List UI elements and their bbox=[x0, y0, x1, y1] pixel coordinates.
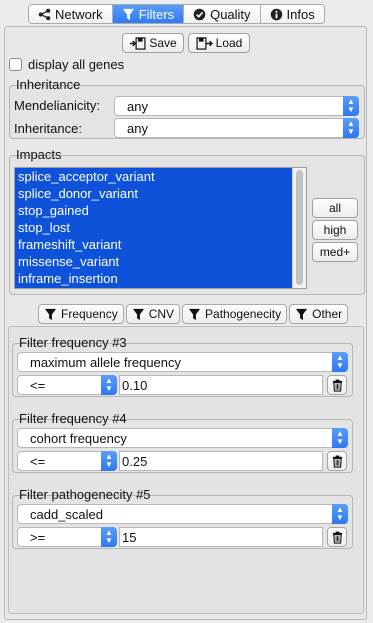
impacts-med-button[interactable]: med+ bbox=[312, 242, 358, 262]
filter-box: Filter frequency #4 cohort frequency ▲ ▼ … bbox=[12, 411, 353, 473]
mendelianicity-select[interactable]: any ▲ ▼ bbox=[114, 96, 359, 116]
add-frequency-filter-button[interactable]: Frequency bbox=[38, 304, 124, 324]
filter-operator-select[interactable]: >= ▲ ▼ bbox=[17, 527, 117, 547]
list-item[interactable]: inframe_insertion bbox=[15, 270, 306, 287]
filter-value-text: 0.10 bbox=[122, 377, 148, 393]
filter-type-tabs: Frequency CNV Pathogenecity Other bbox=[38, 304, 349, 324]
inheritance-label: Inheritance: bbox=[14, 121, 82, 136]
filter-value-input[interactable]: 15 bbox=[119, 527, 323, 547]
chevron-updown-icon: ▲ ▼ bbox=[101, 527, 117, 547]
filter-icon bbox=[132, 308, 144, 320]
load-label: Load bbox=[215, 36, 243, 50]
filter-title: Filter pathogenecity #5 bbox=[19, 487, 151, 502]
chevron-updown-icon: ▲ ▼ bbox=[332, 428, 348, 448]
other-tab-label: Other bbox=[312, 307, 343, 321]
trash-icon bbox=[332, 531, 342, 544]
check-circle-icon bbox=[193, 8, 206, 20]
filter-icon bbox=[44, 308, 57, 320]
chevron-updown-icon: ▲ ▼ bbox=[332, 352, 348, 372]
share-icon bbox=[38, 8, 51, 20]
chevron-updown-icon: ▲ ▼ bbox=[101, 451, 117, 471]
filter-operator-select[interactable]: <= ▲ ▼ bbox=[17, 375, 117, 395]
delete-filter-button[interactable] bbox=[327, 451, 347, 471]
inheritance-value: any bbox=[127, 120, 148, 136]
filter-field-select[interactable]: cohort frequency ▲ ▼ bbox=[17, 428, 348, 448]
filter-operator-value: <= bbox=[30, 377, 46, 393]
impacts-all-button[interactable]: all bbox=[312, 198, 358, 218]
chevron-updown-icon: ▲ ▼ bbox=[332, 504, 348, 524]
filter-box: Filter frequency #3 maximum allele frequ… bbox=[12, 335, 353, 397]
add-cnv-filter-button[interactable]: CNV bbox=[125, 304, 181, 324]
filter-field-value: maximum allele frequency bbox=[30, 354, 182, 370]
impacts-title: Impacts bbox=[16, 147, 62, 162]
trash-icon bbox=[332, 379, 342, 392]
inheritance-select[interactable]: any ▲ ▼ bbox=[114, 118, 359, 138]
list-item[interactable]: missense_variant bbox=[15, 253, 306, 270]
chevron-updown-icon: ▲ ▼ bbox=[343, 96, 359, 116]
display-all-genes-checkbox[interactable] bbox=[9, 58, 22, 71]
chevron-updown-icon: ▲ ▼ bbox=[343, 118, 359, 138]
top-tab-bar: Network Filters Quality Infos bbox=[28, 4, 325, 24]
add-pathogenecity-filter-button[interactable]: Pathogenecity bbox=[182, 304, 288, 324]
pathogenecity-tab-label: Pathogenecity bbox=[205, 307, 282, 321]
filter-value-text: 0.25 bbox=[122, 453, 148, 469]
save-icon bbox=[130, 36, 146, 50]
list-item[interactable]: frameshift_variant bbox=[15, 236, 306, 253]
filter-value-text: 15 bbox=[122, 529, 137, 545]
save-button[interactable]: Save bbox=[122, 33, 184, 53]
load-button[interactable]: Load bbox=[188, 33, 250, 53]
filter-field-select[interactable]: maximum allele frequency ▲ ▼ bbox=[17, 352, 348, 372]
save-label: Save bbox=[149, 36, 177, 50]
mendelianicity-label: Mendelianicity: bbox=[14, 98, 100, 113]
filter-value-input[interactable]: 0.25 bbox=[119, 451, 323, 471]
impacts-list[interactable]: splice_acceptor_variant splice_donor_var… bbox=[14, 167, 307, 289]
chevron-updown-icon: ▲ ▼ bbox=[101, 375, 117, 395]
tab-network-label: Network bbox=[55, 6, 103, 22]
filter-icon bbox=[188, 308, 201, 320]
delete-filter-button[interactable] bbox=[327, 375, 347, 395]
display-all-genes-label: display all genes bbox=[28, 57, 125, 72]
trash-icon bbox=[332, 455, 342, 468]
filter-title: Filter frequency #3 bbox=[19, 335, 127, 350]
filter-field-select[interactable]: cadd_scaled ▲ ▼ bbox=[17, 504, 348, 524]
filter-title: Filter frequency #4 bbox=[19, 411, 127, 426]
filter-icon bbox=[122, 8, 134, 20]
filter-value-input[interactable]: 0.10 bbox=[119, 375, 323, 395]
all-label: all bbox=[328, 201, 341, 215]
info-icon bbox=[270, 8, 282, 20]
tab-infos[interactable]: Infos bbox=[260, 5, 324, 23]
filter-box: Filter pathogenecity #5 cadd_scaled ▲ ▼ >… bbox=[12, 487, 353, 549]
list-item[interactable]: splice_acceptor_variant bbox=[15, 168, 306, 185]
list-item[interactable]: splice_donor_variant bbox=[15, 185, 306, 202]
inheritance-title: Inheritance bbox=[16, 77, 81, 92]
add-other-filter-button[interactable]: Other bbox=[289, 304, 349, 324]
delete-filter-button[interactable] bbox=[327, 527, 347, 547]
tab-quality[interactable]: Quality bbox=[184, 5, 261, 23]
high-label: high bbox=[323, 223, 347, 237]
mendelianicity-value: any bbox=[127, 98, 148, 114]
cnv-tab-label: CNV bbox=[148, 307, 175, 321]
tab-infos-label: Infos bbox=[286, 6, 315, 22]
filter-icon bbox=[296, 308, 308, 320]
tab-network[interactable]: Network bbox=[29, 5, 113, 23]
filter-field-value: cohort frequency bbox=[30, 430, 127, 446]
load-icon bbox=[196, 36, 213, 50]
filter-field-value: cadd_scaled bbox=[30, 506, 103, 522]
tab-filters-label: Filters bbox=[138, 6, 175, 22]
filter-operator-select[interactable]: <= ▲ ▼ bbox=[17, 451, 117, 471]
med-label: med+ bbox=[319, 245, 351, 259]
filter-operator-value: <= bbox=[30, 453, 46, 469]
list-item[interactable]: stop_lost bbox=[15, 219, 306, 236]
display-all-genes-row[interactable]: display all genes bbox=[9, 57, 124, 72]
filter-operator-value: >= bbox=[30, 529, 46, 545]
impacts-high-button[interactable]: high bbox=[312, 220, 358, 240]
list-item[interactable]: stop_gained bbox=[15, 202, 306, 219]
scrollbar-thumb[interactable] bbox=[296, 170, 303, 285]
inheritance-box: Inheritance Mendelianicity: any ▲ ▼ Inher… bbox=[9, 77, 365, 139]
tab-quality-label: Quality bbox=[210, 6, 251, 22]
frequency-tab-label: Frequency bbox=[61, 307, 118, 321]
tab-filters[interactable]: Filters bbox=[112, 5, 185, 23]
impacts-scrollbar[interactable] bbox=[292, 168, 306, 288]
